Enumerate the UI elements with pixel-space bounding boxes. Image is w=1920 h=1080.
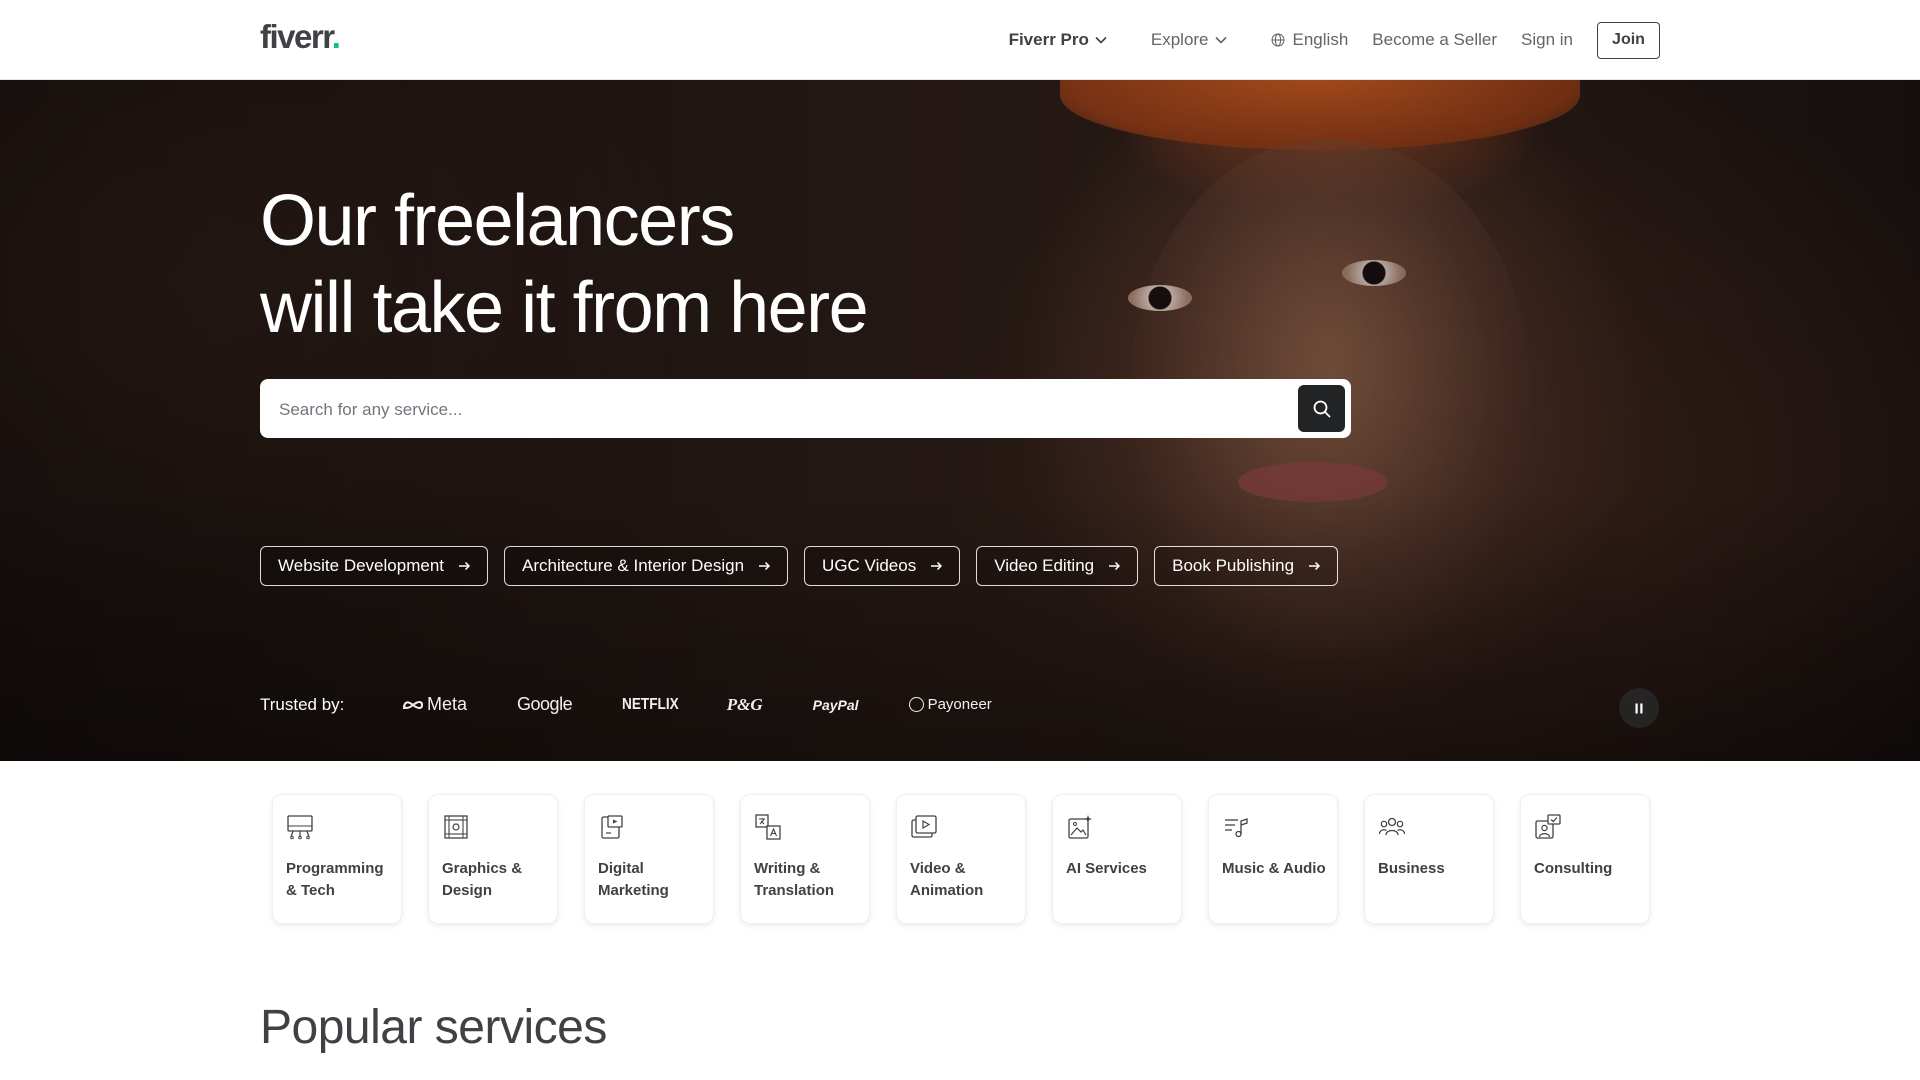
pill-label: Video Editing	[994, 556, 1095, 575]
explore-label: Explore	[1150, 30, 1209, 49]
payoneer-ring-icon	[908, 697, 924, 712]
suggestion-pill[interactable]: Video Editing	[976, 546, 1139, 586]
hero-title-line-1: Our freelancers	[260, 181, 735, 261]
category-card-graphics-design[interactable]: Graphics & Design	[428, 794, 558, 924]
category-label: Music & Audio	[1222, 860, 1326, 877]
consulting-icon	[1535, 814, 1561, 839]
category-label: Video & Animation	[910, 860, 984, 899]
pause-video-button[interactable]	[1619, 688, 1659, 728]
people-icon	[1378, 817, 1406, 836]
become-seller-link[interactable]: Become a Seller	[1372, 30, 1497, 50]
language-label: English	[1292, 30, 1349, 49]
category-label: AI Services	[1066, 860, 1147, 877]
pill-label: UGC Videos	[822, 556, 917, 575]
pg-logo: P&G	[726, 694, 763, 714]
category-cards: Programming & Tech Graphics & Design Dig…	[272, 794, 1676, 924]
design-frame-icon	[444, 815, 468, 839]
search-button[interactable]	[1298, 385, 1345, 432]
paypal-logo: PayPal	[812, 696, 859, 713]
join-button[interactable]: Join	[1597, 21, 1660, 59]
arrow-right-icon	[931, 561, 943, 571]
category-label: Digital Marketing	[598, 860, 669, 899]
popular-services-heading: Popular services	[260, 1001, 607, 1054]
meta-infinity-icon	[403, 700, 424, 709]
language-selector[interactable]: English	[1271, 30, 1349, 50]
pill-label: Book Publishing	[1172, 556, 1295, 575]
digital-marketing-icon	[601, 815, 623, 839]
meta-logo: Meta	[402, 694, 467, 715]
suggestion-pill[interactable]: Architecture & Interior Design	[504, 546, 789, 586]
top-navigation-bar: fiverr. Fiverr Pro Explore English Becom…	[0, 0, 1920, 80]
monitor-code-icon	[287, 815, 313, 840]
category-label: Business	[1378, 860, 1445, 877]
explore-menu[interactable]: Explore	[1151, 30, 1227, 50]
search-bar	[260, 379, 1351, 440]
pause-icon	[1635, 703, 1643, 713]
category-label: Writing & Translation	[754, 860, 835, 899]
suggestion-pill[interactable]: Book Publishing	[1154, 546, 1339, 586]
category-label: Programming & Tech	[286, 860, 384, 899]
translation-icon	[755, 814, 781, 840]
category-card-digital-marketing[interactable]: Digital Marketing	[584, 794, 714, 924]
hero-title: Our freelancers will take it from here	[260, 178, 869, 352]
pill-label: Architecture & Interior Design	[522, 556, 745, 575]
category-card-writing-translation[interactable]: Writing & Translation	[740, 794, 870, 924]
search-input[interactable]	[277, 379, 1281, 440]
category-label: Consulting	[1534, 860, 1613, 877]
arrow-right-icon	[1309, 561, 1321, 571]
search-icon	[1313, 400, 1330, 417]
google-logo: Google	[517, 694, 573, 714]
trusted-by-bar: Trusted by: Meta Google NETFLIX P&G PayP…	[260, 694, 1042, 715]
brand-name: Meta	[427, 694, 468, 714]
category-card-business[interactable]: Business	[1364, 794, 1494, 924]
category-label: Graphics & Design	[442, 860, 523, 899]
music-note-icon	[1225, 818, 1248, 838]
logo-dot: .	[331, 18, 341, 55]
globe-icon	[1271, 33, 1284, 47]
category-card-video-animation[interactable]: Video & Animation	[896, 794, 1026, 924]
suggested-searches: Website Development Architecture & Inter…	[260, 546, 1354, 586]
arrow-right-icon	[459, 561, 471, 571]
fiverr-pro-menu[interactable]: Fiverr Pro	[1009, 30, 1107, 50]
chevron-down-icon	[1214, 36, 1227, 44]
netflix-logo: NETFLIX	[622, 695, 679, 713]
pill-label: Website Development	[278, 556, 444, 575]
arrow-right-icon	[1109, 561, 1121, 571]
brand-name: Payoneer	[927, 696, 992, 713]
sign-in-link[interactable]: Sign in	[1521, 30, 1573, 50]
header-nav: Fiverr Pro Explore English Become a Sell…	[1009, 0, 1660, 80]
trusted-by-label: Trusted by:	[260, 694, 345, 714]
hero-title-line-2: will take it from here	[260, 268, 869, 348]
suggestion-pill[interactable]: Website Development	[260, 546, 488, 586]
category-card-music-audio[interactable]: Music & Audio	[1208, 794, 1338, 924]
fiverr-pro-label: Fiverr Pro	[1008, 30, 1089, 49]
video-play-icon	[911, 815, 937, 838]
fiverr-logo[interactable]: fiverr.	[260, 18, 341, 56]
chevron-down-icon	[1095, 36, 1107, 44]
arrow-right-icon	[759, 561, 771, 571]
category-card-programming-tech[interactable]: Programming & Tech	[272, 794, 402, 924]
category-card-ai-services[interactable]: AI Services	[1052, 794, 1182, 924]
logo-text: fiverr	[260, 18, 333, 55]
suggestion-pill[interactable]: UGC Videos	[804, 546, 961, 586]
payoneer-logo: Payoneer	[908, 696, 992, 713]
category-card-consulting[interactable]: Consulting	[1520, 794, 1650, 924]
ai-image-icon	[1068, 815, 1092, 839]
